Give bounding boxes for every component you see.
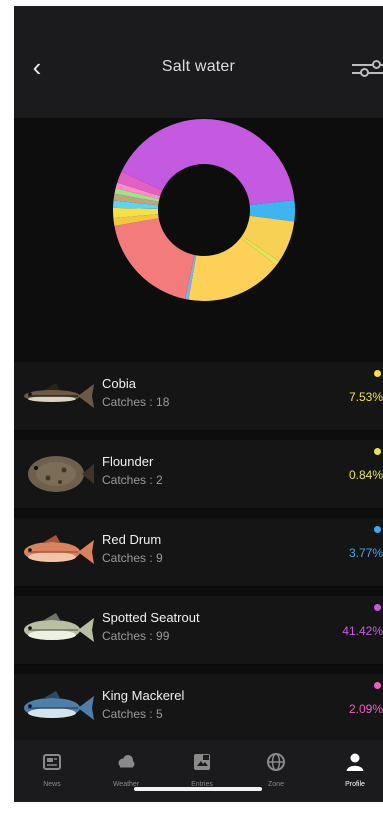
species-row[interactable]: Spotted Seatrout Catches : 99 41.42% <box>14 596 383 665</box>
tab-entries[interactable]: Entries <box>172 750 232 792</box>
newspaper-icon <box>42 752 62 772</box>
home-indicator <box>134 787 262 791</box>
legend-dot <box>374 604 381 611</box>
tab-label: News <box>43 781 61 788</box>
tab-bar: News Weather Entries Zone Profile <box>14 740 383 802</box>
species-row[interactable]: Red Drum Catches : 9 3.77% <box>14 518 383 587</box>
entries-icon <box>192 752 212 772</box>
tab-profile[interactable]: Profile <box>325 750 383 792</box>
tab-weather[interactable]: Weather <box>96 750 156 792</box>
person-icon <box>345 752 365 772</box>
legend-dot <box>374 448 381 455</box>
species-name: Flounder <box>102 454 154 469</box>
catch-chart <box>14 118 383 356</box>
donut-chart <box>113 118 295 301</box>
catch-count: Catches : 5 <box>102 707 163 721</box>
tab-zone[interactable]: Zone <box>246 750 306 792</box>
filter-button[interactable] <box>352 60 383 77</box>
catch-percent: 7.53% <box>348 390 383 404</box>
species-name: King Mackerel <box>102 688 185 703</box>
seatrout-fish-icon <box>18 606 94 654</box>
species-row[interactable]: King Mackerel Catches : 5 2.09% <box>14 674 383 743</box>
catch-percent: 2.09% <box>348 702 383 716</box>
legend-dot <box>374 526 381 533</box>
globe-icon <box>266 752 286 772</box>
legend-dot <box>374 682 381 689</box>
catch-count: Catches : 2 <box>102 473 163 487</box>
red-drum-fish-icon <box>18 528 94 576</box>
page-title: Salt water <box>161 58 236 75</box>
catch-percent: 3.77% <box>348 546 383 560</box>
navigation-bar: ‹ Salt water <box>14 6 383 118</box>
species-name: Cobia <box>102 376 136 391</box>
catch-count: Catches : 99 <box>102 629 170 643</box>
species-row[interactable]: Flounder Catches : 2 0.84% <box>14 440 383 509</box>
donut-slice-6 <box>114 218 195 300</box>
species-row[interactable]: Cobia Catches : 18 7.53% <box>14 362 383 431</box>
flounder-fish-icon <box>18 450 94 498</box>
app-screen: ‹ Salt water Cobia Catches : 18 7.53% Fl… <box>14 6 383 802</box>
catch-count: Catches : 18 <box>102 395 170 409</box>
catch-percent: 41.42% <box>342 624 383 638</box>
tab-label: Profile <box>345 781 365 788</box>
catch-percent: 0.84% <box>348 468 383 482</box>
mackerel-fish-icon <box>18 684 94 732</box>
legend-dot <box>374 370 381 377</box>
species-name: Spotted Seatrout <box>102 610 200 625</box>
tab-news[interactable]: News <box>22 750 82 792</box>
cloud-icon <box>116 752 136 772</box>
catch-count: Catches : 9 <box>102 551 163 565</box>
cobia-fish-icon <box>18 372 94 420</box>
species-name: Red Drum <box>102 532 162 547</box>
